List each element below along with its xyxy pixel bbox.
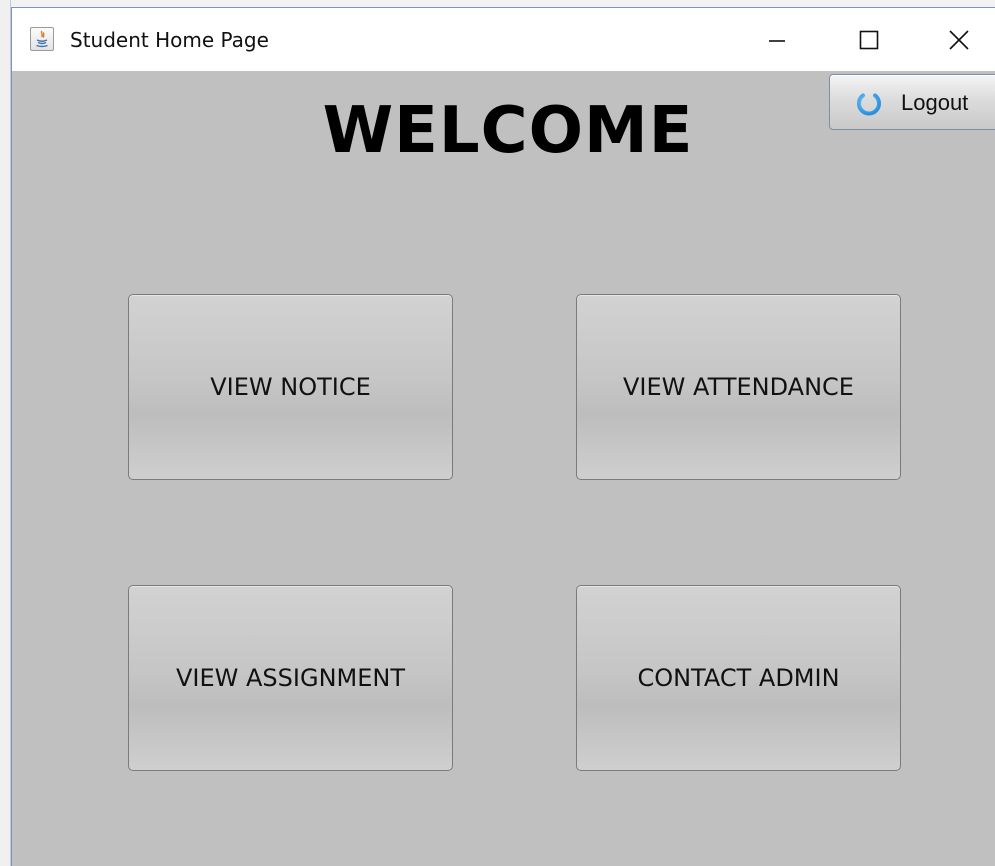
close-button[interactable]	[936, 8, 982, 71]
maximize-button[interactable]	[846, 8, 892, 71]
contact-admin-label: CONTACT ADMIN	[637, 664, 840, 692]
content-panel: WELCOME Logout VIEW NOTICE VIEW ATTENDAN…	[12, 71, 995, 866]
maximize-icon	[859, 30, 879, 49]
view-assignment-button[interactable]: VIEW ASSIGNMENT	[128, 585, 453, 771]
logout-label: Logout	[901, 90, 969, 115]
power-icon	[857, 89, 881, 116]
view-notice-button[interactable]: VIEW NOTICE	[128, 294, 453, 480]
java-app-icon	[30, 27, 54, 51]
minimize-icon	[769, 39, 785, 42]
close-icon	[949, 29, 969, 50]
contact-admin-button[interactable]: CONTACT ADMIN	[576, 585, 901, 771]
app-window: Student Home Page WELCOME Logout VIEW NO…	[11, 7, 995, 866]
minimize-button[interactable]	[754, 8, 800, 71]
view-assignment-label: VIEW ASSIGNMENT	[175, 664, 406, 692]
window-title: Student Home Page	[70, 28, 269, 52]
logout-button[interactable]: Logout	[829, 74, 995, 130]
view-notice-label: VIEW NOTICE	[210, 373, 371, 401]
title-bar[interactable]: Student Home Page	[12, 8, 995, 71]
background-strip	[0, 0, 11, 866]
view-attendance-label: VIEW ATTENDANCE	[623, 373, 854, 401]
view-attendance-button[interactable]: VIEW ATTENDANCE	[576, 294, 901, 480]
